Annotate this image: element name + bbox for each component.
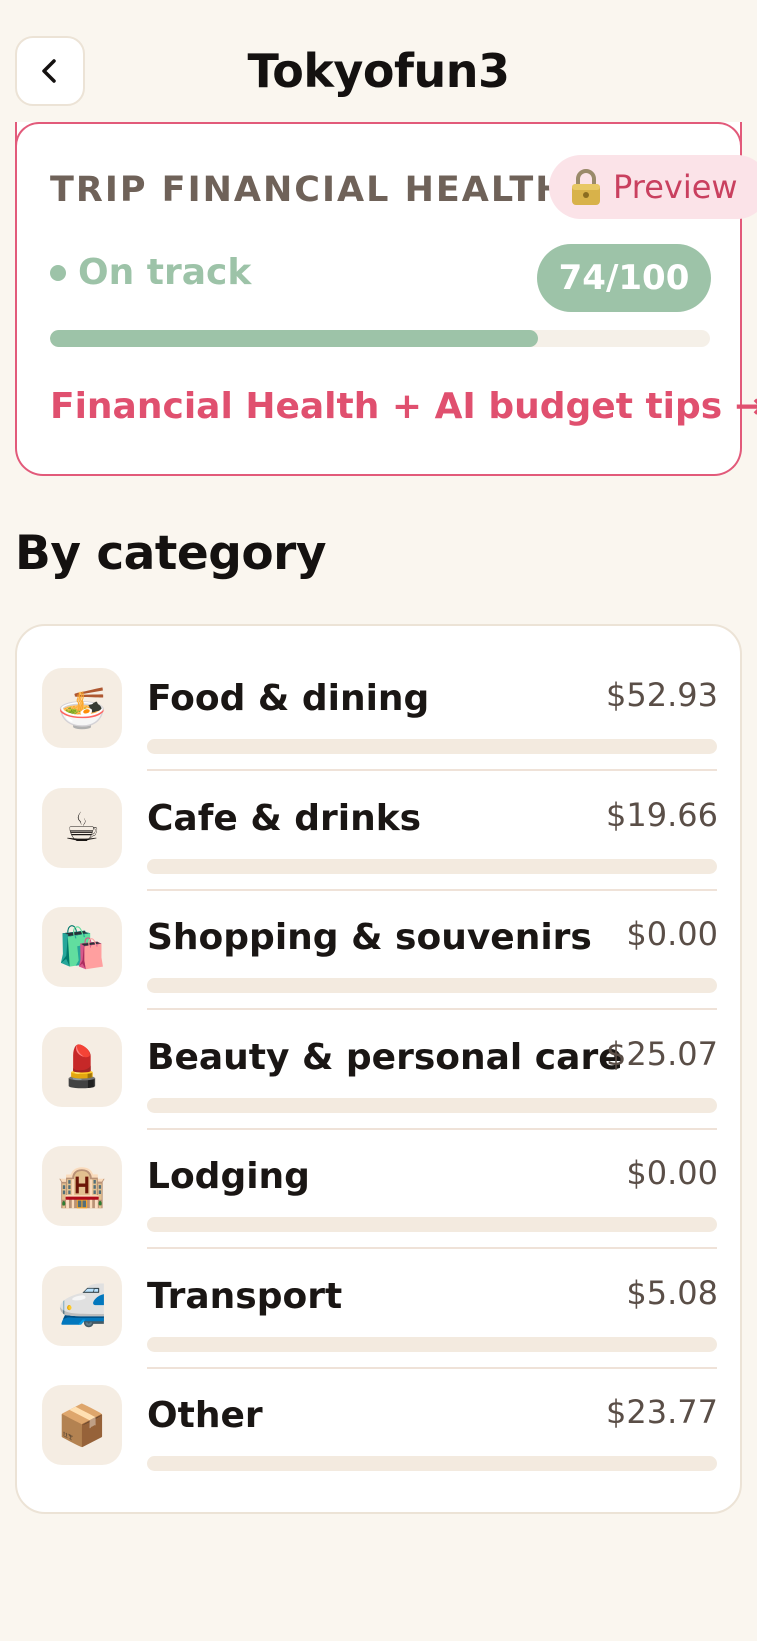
health-status: On track xyxy=(50,252,251,293)
category-progress-bar xyxy=(147,1456,717,1471)
category-list: 🍜 Food & dining $52.93 ☕ Cafe & drinks $19.66… xyxy=(15,624,742,1514)
category-row[interactable]: ☕ Cafe & drinks $19.66 xyxy=(17,746,744,891)
package-box-icon: 📦 xyxy=(42,1385,122,1465)
category-row[interactable]: 🛍️ Shopping & souvenirs $0.00 xyxy=(17,865,744,1010)
category-amount: $23.77 xyxy=(606,1393,718,1431)
category-row[interactable]: 💄 Beauty & personal care $25.07 xyxy=(17,985,744,1130)
financial-health-card[interactable]: TRIP FINANCIAL HEALTH Preview On track 7… xyxy=(15,122,757,476)
lipstick-icon: 💄 xyxy=(42,1026,122,1107)
score-progress-fill xyxy=(50,330,539,347)
category-row[interactable]: 🍜 Food & dining $52.93 xyxy=(17,626,744,771)
shopping-bags-icon: 🛍️ xyxy=(42,907,122,987)
header: Tokyofun3 xyxy=(0,0,757,120)
bullet-train-icon: 🚅 xyxy=(42,1265,122,1346)
category-amount: $5.08 xyxy=(626,1273,718,1312)
category-row[interactable]: 📦 Other $23.77 xyxy=(17,1343,744,1471)
category-amount: $19.66 xyxy=(606,795,718,834)
health-heading: TRIP FINANCIAL HEALTH xyxy=(50,170,567,210)
hotel-icon: 🏨 xyxy=(42,1146,122,1226)
budget-tips-link[interactable]: Financial Health + AI budget tips → xyxy=(50,386,757,427)
category-name: Food & dining xyxy=(147,678,430,719)
score-progress-bar xyxy=(50,330,710,347)
status-text: On track xyxy=(78,252,252,293)
category-name: Shopping & souvenirs xyxy=(147,917,592,958)
page-title: Tokyofun3 xyxy=(247,44,510,98)
category-row[interactable]: 🚅 Transport $5.08 xyxy=(17,1224,744,1369)
preview-label: Preview xyxy=(613,168,738,206)
category-amount: $52.93 xyxy=(606,676,718,714)
noodle-bowl-icon: 🍜 xyxy=(42,668,122,748)
category-name: Other xyxy=(147,1395,263,1436)
category-row[interactable]: 🏨 Lodging $0.00 xyxy=(17,1104,744,1249)
section-title: By category xyxy=(15,526,327,581)
score-badge: 74/100 xyxy=(537,244,711,312)
lock-icon xyxy=(572,169,600,205)
category-amount: $0.00 xyxy=(626,1154,718,1192)
category-name: Beauty & personal care xyxy=(147,1036,623,1078)
category-amount: $25.07 xyxy=(606,1034,718,1073)
category-name: Cafe & drinks xyxy=(147,797,422,839)
category-name: Transport xyxy=(147,1275,343,1317)
category-name: Lodging xyxy=(147,1156,310,1197)
status-dot-icon xyxy=(50,264,66,281)
category-amount: $0.00 xyxy=(626,915,718,953)
coffee-cup-icon: ☕ xyxy=(42,787,122,868)
preview-badge[interactable]: Preview xyxy=(549,155,757,219)
